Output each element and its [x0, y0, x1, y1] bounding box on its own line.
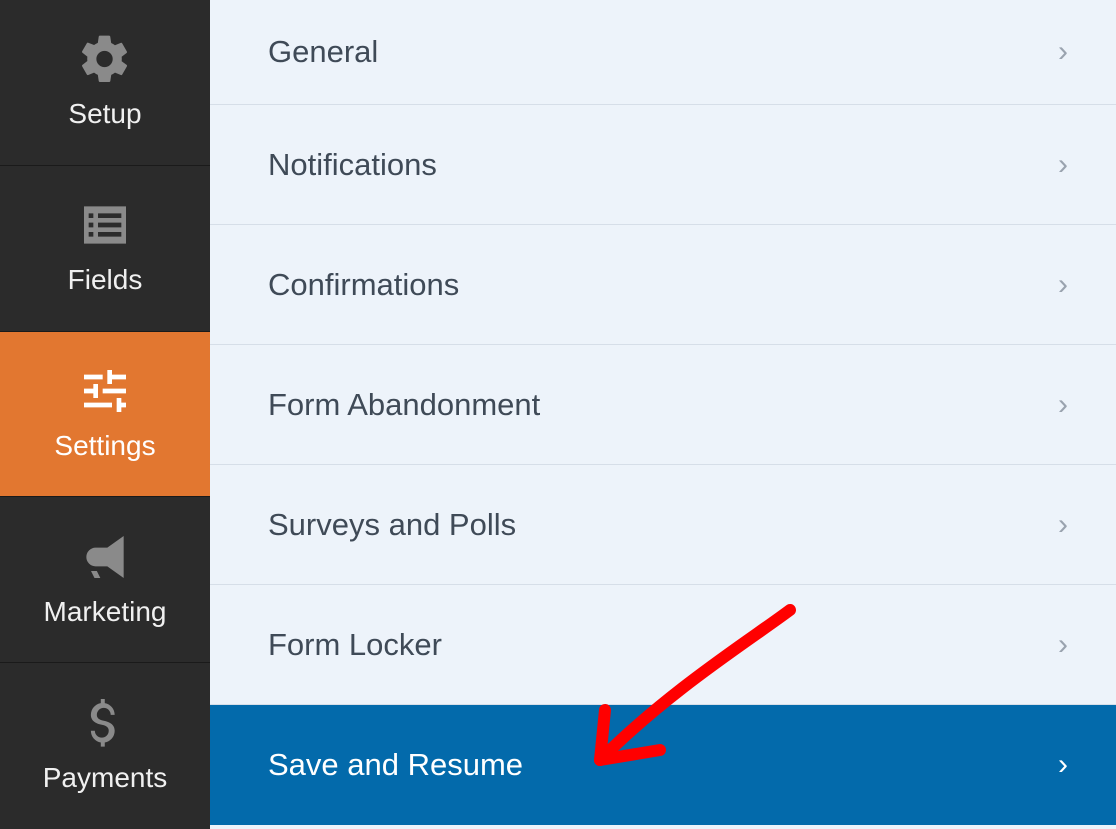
chevron-right-icon: ›: [1058, 508, 1068, 542]
settings-item-save-resume[interactable]: Save and Resume ›: [210, 705, 1116, 825]
dollar-icon: [75, 698, 135, 748]
settings-item-general[interactable]: General ›: [210, 0, 1116, 105]
sidebar-item-label: Setup: [68, 98, 141, 130]
settings-item-surveys-polls[interactable]: Surveys and Polls ›: [210, 465, 1116, 585]
settings-item-form-abandonment[interactable]: Form Abandonment ›: [210, 345, 1116, 465]
chevron-right-icon: ›: [1058, 388, 1068, 422]
sidebar-item-setup[interactable]: Setup: [0, 0, 210, 166]
sidebar-item-label: Fields: [68, 264, 143, 296]
chevron-right-icon: ›: [1058, 628, 1068, 662]
settings-item-label: Form Locker: [268, 627, 442, 663]
settings-item-confirmations[interactable]: Confirmations ›: [210, 225, 1116, 345]
settings-panel: General › Notifications › Confirmations …: [210, 0, 1116, 829]
settings-item-label: Form Abandonment: [268, 387, 540, 423]
settings-item-label: Notifications: [268, 147, 437, 183]
sidebar: Setup Fields Settings Marketing Payments: [0, 0, 210, 829]
settings-item-form-locker[interactable]: Form Locker ›: [210, 585, 1116, 705]
settings-item-label: Confirmations: [268, 267, 459, 303]
sidebar-item-label: Settings: [54, 430, 155, 462]
chevron-right-icon: ›: [1058, 35, 1068, 69]
settings-item-label: Save and Resume: [268, 747, 523, 783]
sidebar-item-label: Payments: [43, 762, 168, 794]
sidebar-item-payments[interactable]: Payments: [0, 663, 210, 829]
sliders-icon: [75, 366, 135, 416]
settings-item-label: General: [268, 34, 378, 70]
sidebar-item-marketing[interactable]: Marketing: [0, 497, 210, 663]
megaphone-icon: [75, 532, 135, 582]
gear-icon: [75, 34, 135, 84]
list-icon: [75, 200, 135, 250]
sidebar-item-fields[interactable]: Fields: [0, 166, 210, 332]
chevron-right-icon: ›: [1058, 148, 1068, 182]
settings-item-label: Surveys and Polls: [268, 507, 516, 543]
sidebar-item-label: Marketing: [44, 596, 167, 628]
chevron-right-icon: ›: [1058, 268, 1068, 302]
chevron-right-icon: ›: [1058, 748, 1068, 782]
settings-item-notifications[interactable]: Notifications ›: [210, 105, 1116, 225]
sidebar-item-settings[interactable]: Settings: [0, 332, 210, 498]
